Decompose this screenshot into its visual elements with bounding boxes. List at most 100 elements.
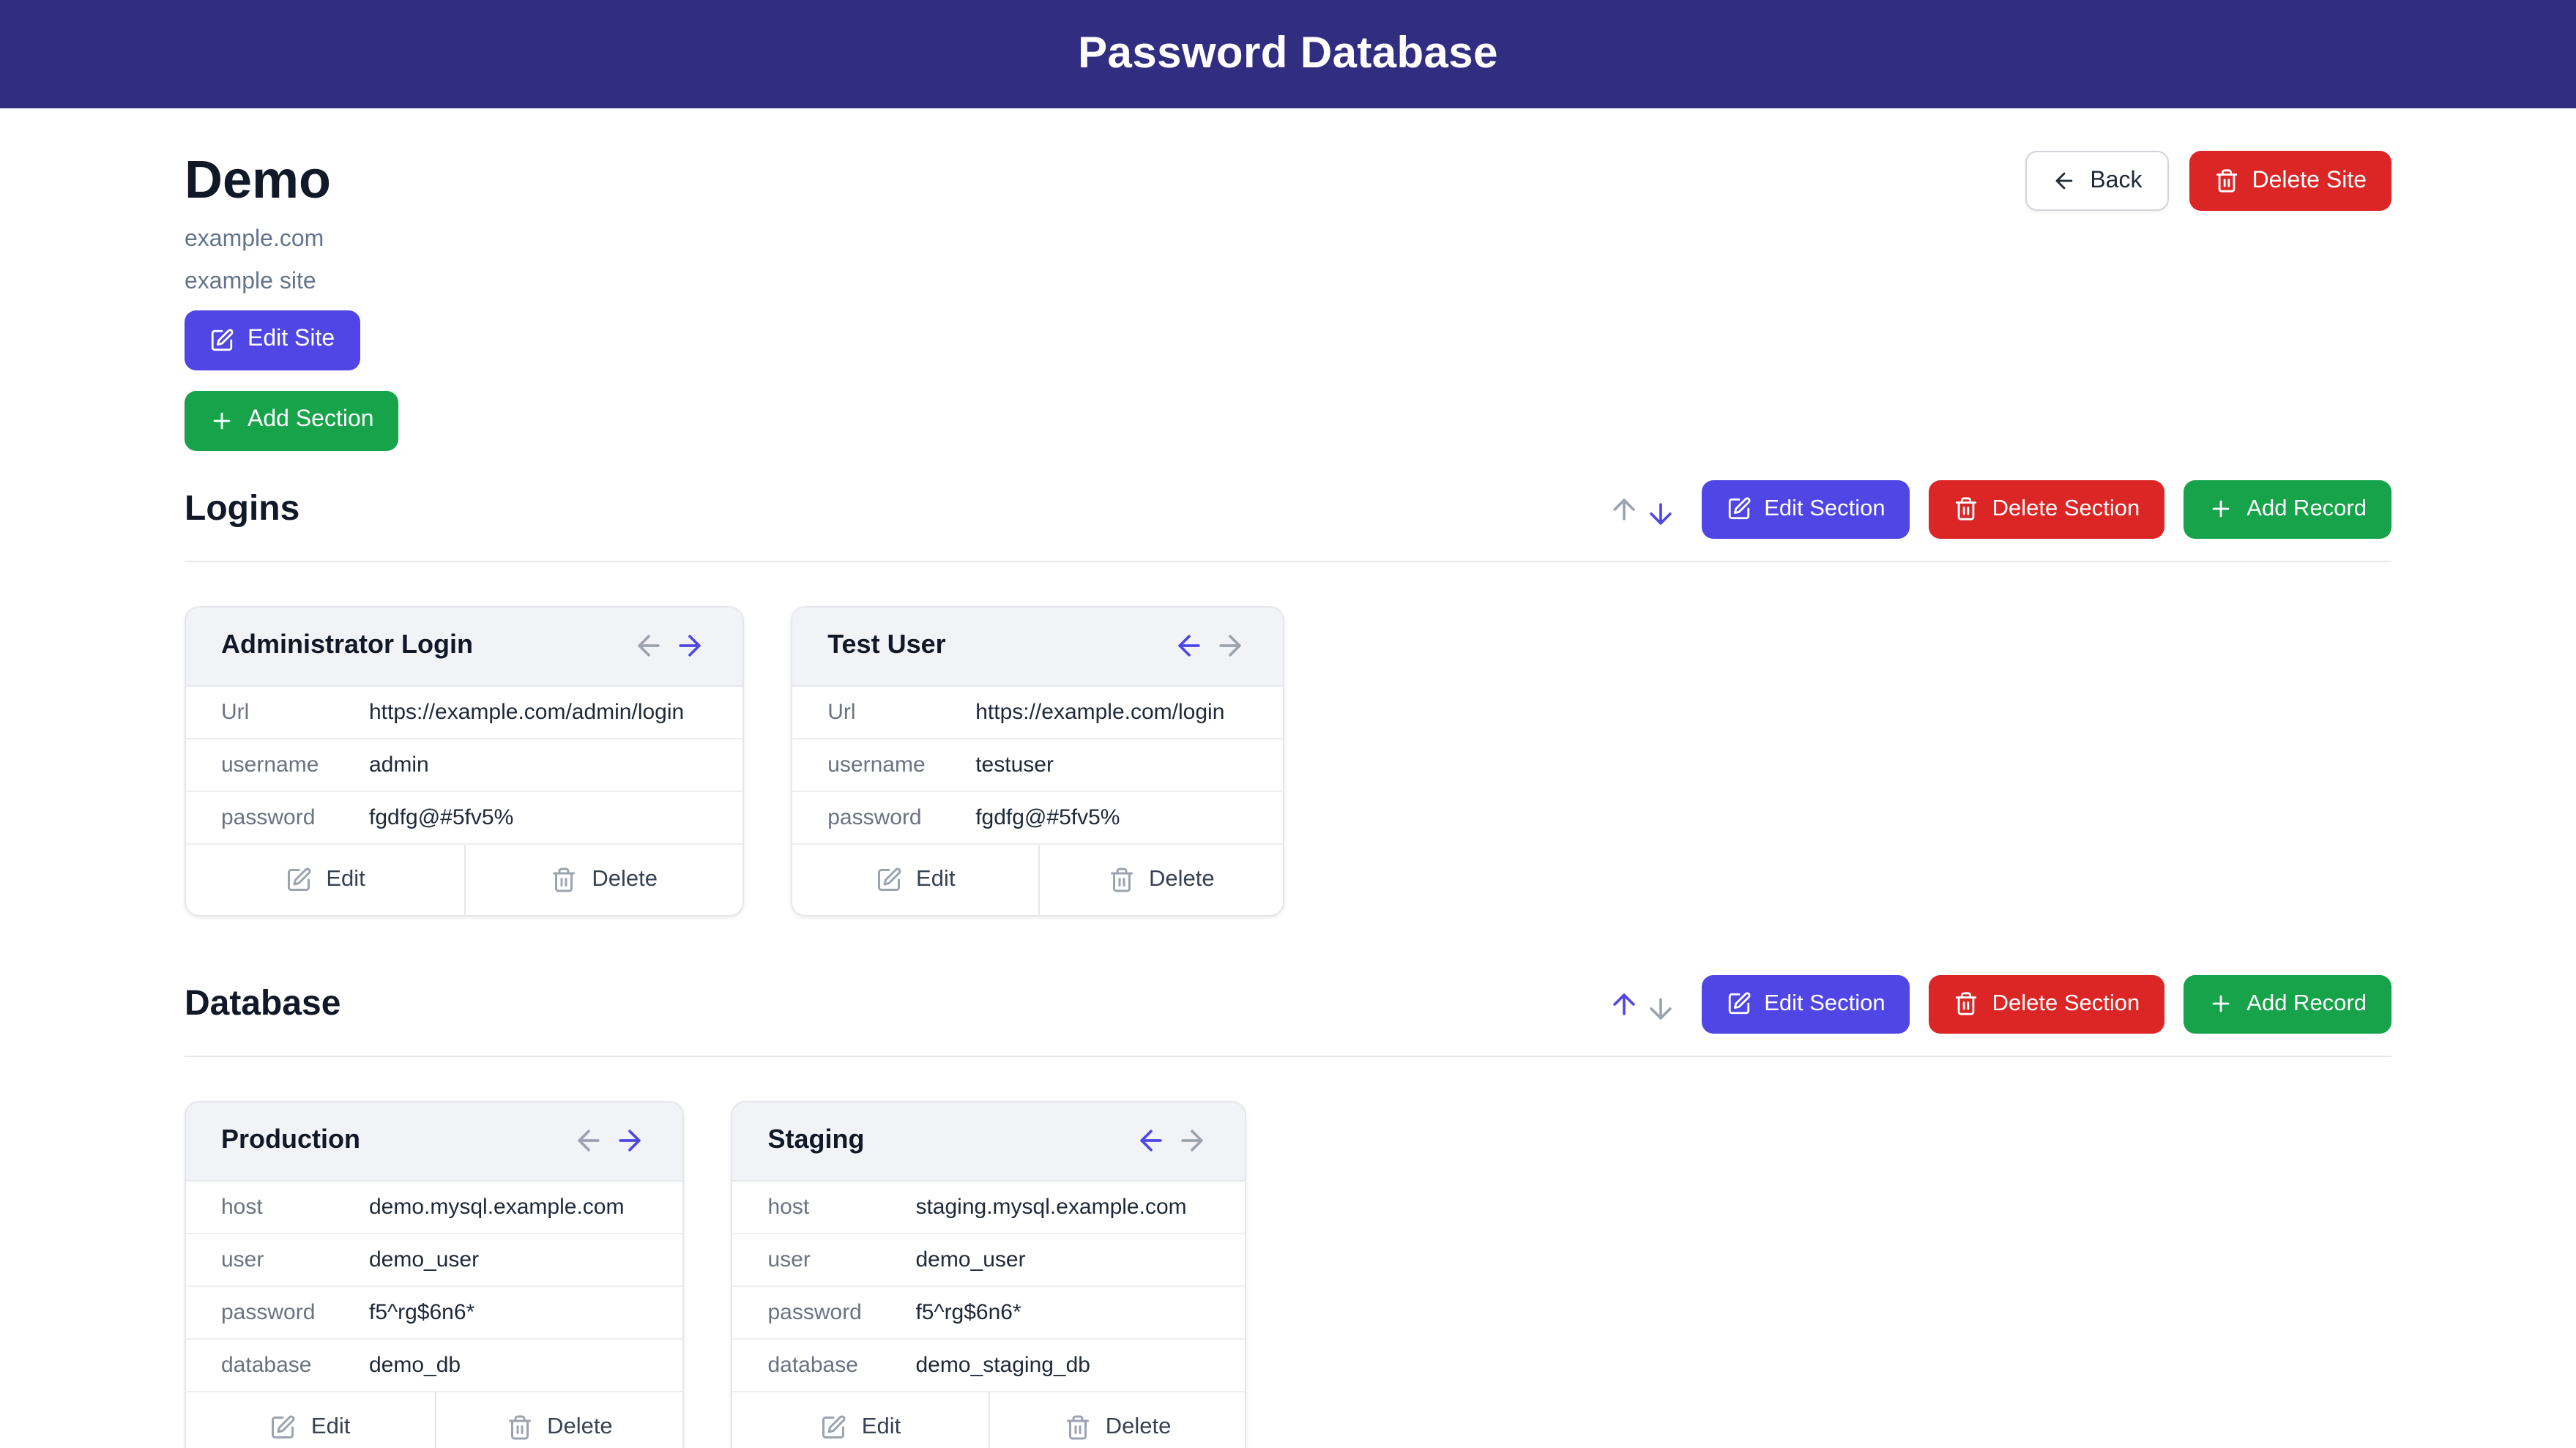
delete-record-label: Delete <box>547 1414 613 1441</box>
move-record-left-button[interactable] <box>571 1123 606 1158</box>
add-record-label: Add Record <box>2246 991 2367 1018</box>
add-section-label: Add Section <box>247 408 374 434</box>
field-label: database <box>767 1353 915 1378</box>
record-card-header: Administrator Login <box>186 608 742 687</box>
edit-record-button[interactable]: Edit <box>186 845 464 915</box>
edit-section-label: Edit Section <box>1764 496 1885 523</box>
section-divider <box>185 1056 2391 1057</box>
move-record-left-button[interactable] <box>1172 628 1207 663</box>
site-actions: Back Delete Site <box>2025 151 2391 211</box>
record-field-row: password f5^rg$6n6* <box>732 1287 1245 1340</box>
edit-record-label: Edit <box>862 1414 901 1441</box>
site-info: Demo example.com example site Edit Site … <box>185 148 399 451</box>
section-title: Logins <box>185 489 299 530</box>
move-record-right-button[interactable] <box>672 628 707 663</box>
move-record-right-button[interactable] <box>1175 1123 1210 1158</box>
record-card-administrator-login: Administrator Login Url https://ex <box>185 606 744 917</box>
edit-section-button[interactable]: Edit Section <box>1701 975 1910 1034</box>
arrow-left-icon <box>2052 168 2077 193</box>
move-section-up-button[interactable] <box>1606 492 1641 527</box>
back-label: Back <box>2090 168 2142 194</box>
square-pen-icon <box>285 867 311 893</box>
page: Password Database Demo example.com examp… <box>0 0 2576 1448</box>
record-field-row: host demo.mysql.example.com <box>186 1182 682 1234</box>
field-value: https://example.com/admin/login <box>369 700 684 725</box>
delete-record-button[interactable]: Delete <box>464 845 742 915</box>
record-field-row: password fgdfg@#5fv5% <box>186 792 742 845</box>
edit-record-button[interactable]: Edit <box>732 1392 989 1448</box>
record-card-header: Staging <box>732 1102 1245 1182</box>
move-section-up-button[interactable] <box>1606 987 1641 1022</box>
delete-record-button[interactable]: Delete <box>989 1392 1246 1448</box>
app-header: Password Database <box>0 0 2576 108</box>
add-record-button[interactable]: Add Record <box>2184 975 2391 1034</box>
section-controls: Edit Section Delete Section Add Record <box>1606 480 2391 539</box>
record-field-row: host staging.mysql.example.com <box>732 1182 1245 1234</box>
section-move-arrows <box>1606 492 1678 527</box>
add-section-button[interactable]: Add Section <box>185 391 399 451</box>
record-move-arrows <box>571 1123 647 1158</box>
field-value: demo_db <box>369 1353 461 1378</box>
add-record-button[interactable]: Add Record <box>2184 480 2391 539</box>
field-value: admin <box>369 753 429 777</box>
move-section-down-button[interactable] <box>1642 496 1678 531</box>
square-pen-icon <box>821 1414 847 1441</box>
move-section-down-button[interactable] <box>1642 991 1678 1026</box>
edit-site-button[interactable]: Edit Site <box>185 310 360 370</box>
plus-icon <box>209 408 234 433</box>
move-record-right-button[interactable] <box>1213 628 1248 663</box>
record-card-header: Test User <box>792 608 1283 687</box>
record-card-staging: Staging host staging.mysql.example <box>731 1101 1246 1448</box>
arrow-left-icon <box>1136 1124 1168 1157</box>
arrow-down-icon <box>1644 498 1676 530</box>
delete-record-button[interactable]: Delete <box>1038 845 1283 915</box>
square-pen-icon <box>1726 497 1751 522</box>
section-header: Logins Edit Section <box>185 480 2391 539</box>
delete-record-button[interactable]: Delete <box>434 1392 682 1448</box>
arrow-down-icon <box>1644 993 1676 1025</box>
section-title: Database <box>185 984 340 1025</box>
record-move-arrows <box>1172 628 1248 663</box>
field-value: f5^rg$6n6* <box>369 1300 474 1325</box>
arrow-up-icon <box>1607 493 1639 526</box>
field-label: host <box>221 1195 369 1220</box>
field-value: fgdfg@#5fv5% <box>369 805 513 830</box>
record-card-footer: Edit Delete <box>732 1392 1245 1448</box>
trash-icon <box>1065 1414 1091 1441</box>
field-label: password <box>767 1300 915 1325</box>
square-pen-icon <box>270 1414 297 1441</box>
back-button[interactable]: Back <box>2025 151 2168 211</box>
delete-record-label: Delete <box>592 867 658 893</box>
delete-section-button[interactable]: Delete Section <box>1929 480 2165 539</box>
field-label: password <box>221 1300 369 1325</box>
site-intro-row: Demo example.com example site Edit Site … <box>185 148 2391 451</box>
move-record-right-button[interactable] <box>612 1123 647 1158</box>
field-label: password <box>221 805 369 830</box>
arrow-up-icon <box>1607 988 1639 1020</box>
record-move-arrows <box>631 628 707 663</box>
edit-site-label: Edit Site <box>247 327 335 354</box>
record-card-header: Production <box>186 1102 682 1182</box>
plus-icon <box>2208 497 2233 522</box>
move-record-left-button[interactable] <box>1134 1123 1169 1158</box>
move-record-left-button[interactable] <box>631 628 666 663</box>
delete-site-button[interactable]: Delete Site <box>2189 151 2391 211</box>
delete-section-label: Delete Section <box>1992 496 2140 523</box>
main-content: Demo example.com example site Edit Site … <box>0 108 2576 1448</box>
field-label: user <box>767 1247 915 1272</box>
square-pen-icon <box>209 328 234 353</box>
delete-site-label: Delete Site <box>2252 168 2367 194</box>
edit-record-button[interactable]: Edit <box>186 1392 434 1448</box>
delete-record-label: Delete <box>1149 867 1215 893</box>
arrow-left-icon <box>573 1124 605 1157</box>
arrow-left-icon <box>1173 630 1205 662</box>
edit-record-button[interactable]: Edit <box>792 845 1038 915</box>
record-title: Staging <box>767 1125 864 1156</box>
edit-section-button[interactable]: Edit Section <box>1701 480 1910 539</box>
field-value: demo_user <box>369 1247 479 1272</box>
delete-section-button[interactable]: Delete Section <box>1929 975 2165 1034</box>
record-field-row: Url https://example.com/login <box>792 687 1283 739</box>
record-field-row: password f5^rg$6n6* <box>186 1287 682 1340</box>
record-field-row: username admin <box>186 739 742 792</box>
record-field-row: username testuser <box>792 739 1283 792</box>
